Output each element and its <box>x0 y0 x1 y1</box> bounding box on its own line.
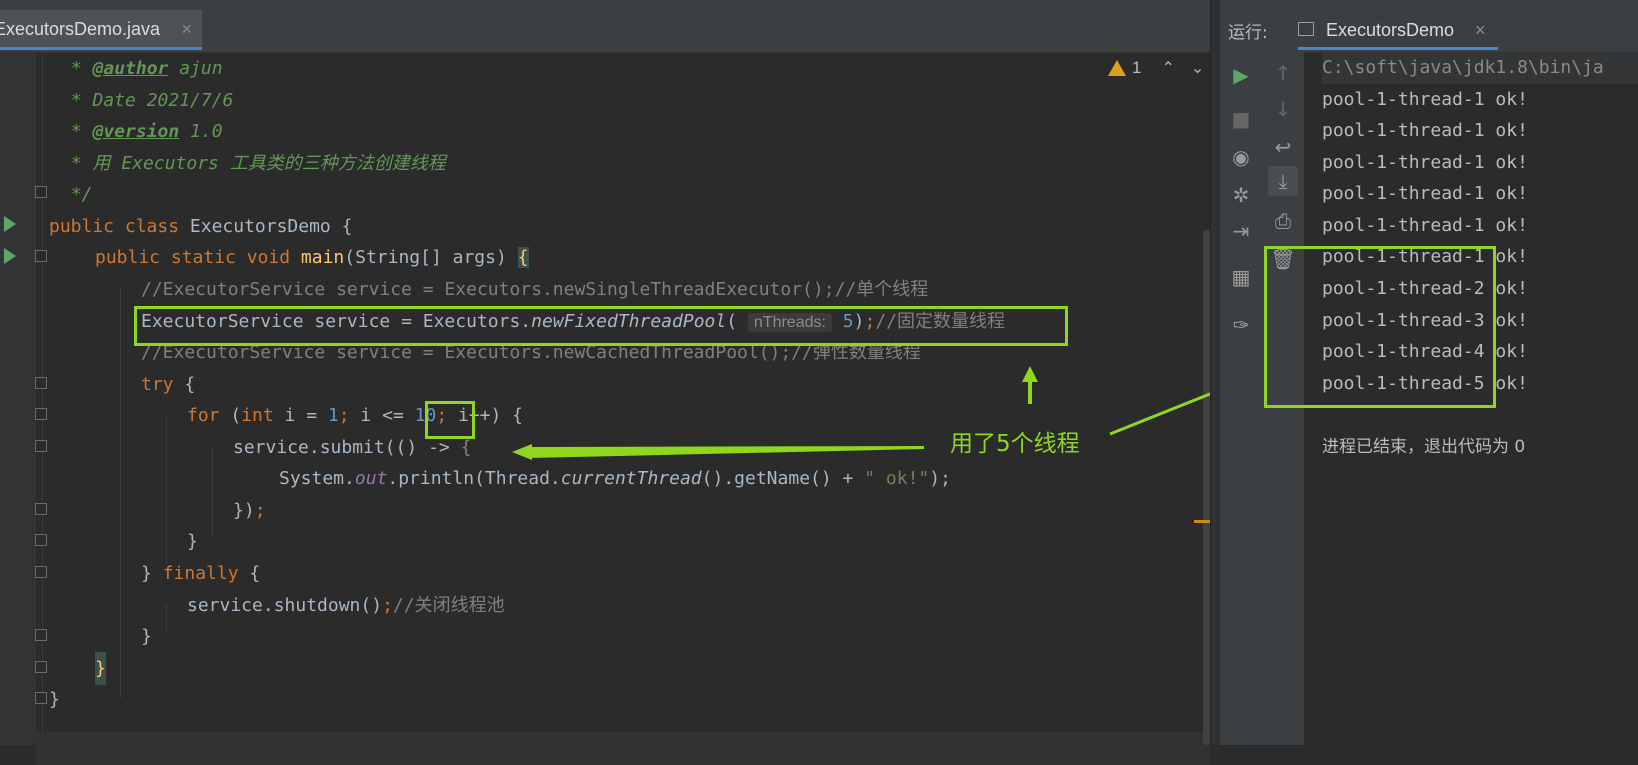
close-icon[interactable]: × <box>1475 12 1486 48</box>
debug-settings-icon[interactable]: ✲ <box>1226 180 1256 210</box>
annotation-label: 用了5个线程 <box>950 431 1080 457</box>
soft-wrap-icon[interactable]: ↩ <box>1268 132 1298 162</box>
camera-icon[interactable]: ◉ <box>1226 142 1256 172</box>
run-panel: 运行: ExecutorsDemo × ▶ ■ ◉ ✲ ⇥ ▦ ✑ ↑ ↓ ↩ … <box>1220 0 1638 745</box>
console-line: pool-1-thread-1 ok! <box>1322 215 1528 236</box>
run-toolbar-primary: ▶ ■ ◉ ✲ ⇥ ▦ ✑ <box>1220 52 1263 745</box>
code-editor: ExecutorsDemo.java × * @author ajun * Da… <box>0 0 1312 765</box>
console-icon <box>1298 22 1314 36</box>
layout-icon[interactable]: ▦ <box>1226 262 1256 292</box>
arrow-left-shaft <box>530 446 924 458</box>
rerun-icon[interactable]: ▶ <box>1226 60 1256 90</box>
run-tab-executorsdemo[interactable]: ExecutorsDemo × <box>1298 12 1498 50</box>
run-panel-header: 运行: ExecutorsDemo × <box>1220 0 1638 53</box>
console-command-line: C:\soft\java\jdk1.8\bin\ja <box>1322 52 1638 84</box>
run-label: 运行: <box>1228 23 1268 43</box>
stop-icon[interactable]: ■ <box>1226 104 1256 134</box>
console-line: pool-1-thread-1 ok! <box>1322 183 1528 204</box>
run-tab-label: ExecutorsDemo <box>1326 20 1455 40</box>
scroll-to-end-icon[interactable]: ⤓ <box>1268 166 1298 196</box>
pin-icon[interactable]: ✑ <box>1226 310 1256 340</box>
login-icon[interactable]: ⇥ <box>1226 216 1256 246</box>
arrow-up-head <box>1022 366 1038 382</box>
arrow-down-icon[interactable]: ↓ <box>1268 94 1298 124</box>
console-line: pool-1-thread-1 ok! <box>1322 120 1528 141</box>
arrow-left-head <box>512 444 532 460</box>
exit-message: 进程已结束，退出代码为 0 <box>1322 437 1526 457</box>
arrow-up-icon[interactable]: ↑ <box>1268 58 1298 88</box>
console-line: pool-1-thread-1 ok! <box>1322 152 1528 173</box>
console-line: pool-1-thread-1 ok! <box>1322 89 1528 110</box>
print-icon[interactable]: ⎙ <box>1268 206 1298 236</box>
highlight-thread-output <box>1264 246 1496 408</box>
